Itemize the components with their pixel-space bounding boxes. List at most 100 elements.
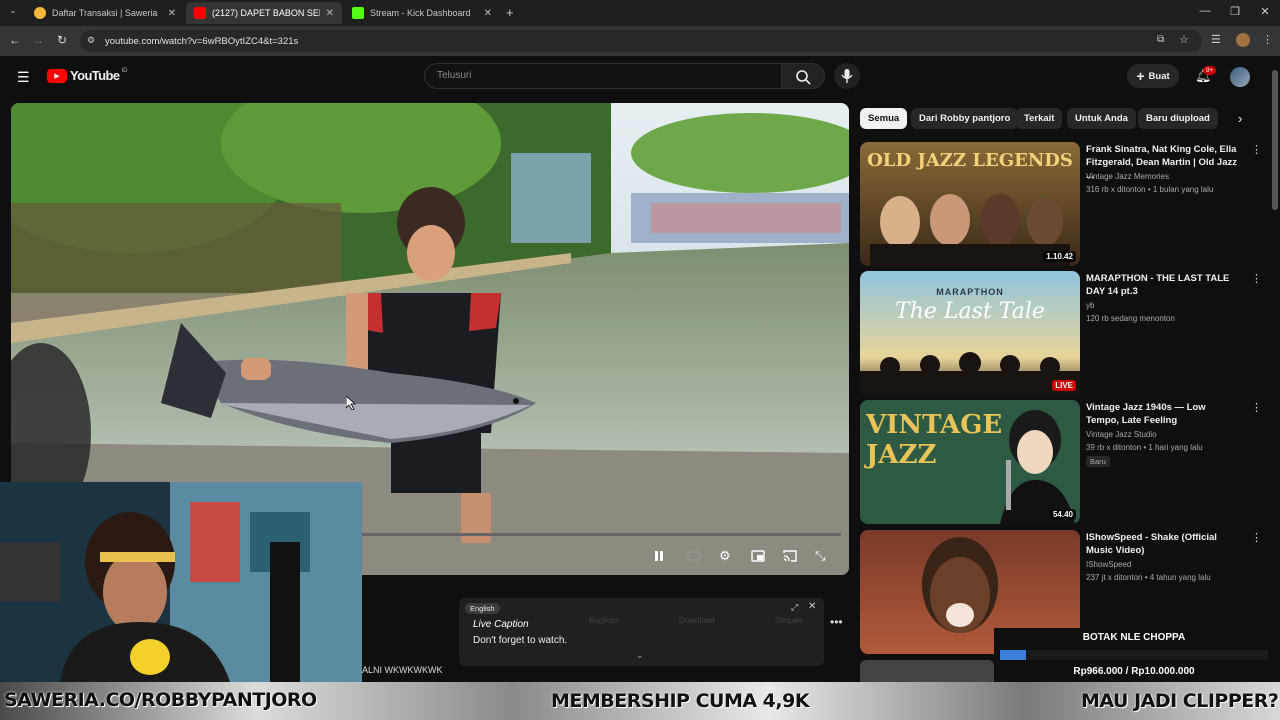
overlay-clipper-text: MAU JADI CLIPPER? — [1081, 690, 1279, 712]
rec-meta: 39 rb x ditonton • 1 hari yang lalu — [1086, 443, 1203, 452]
browser-menu-icon[interactable]: ⋮ — [1262, 33, 1273, 46]
rec-title[interactable]: Vintage Jazz 1940s — Low Tempo, Late Fee… — [1086, 401, 1238, 427]
thumbnail-silhouettes — [860, 352, 1080, 395]
chip-from-channel[interactable]: Dari Robby pantjoro — [911, 108, 1019, 129]
youtube-play-icon: ▶ — [47, 68, 67, 83]
miniplayer-icon[interactable] — [751, 549, 765, 563]
region-code: ID — [121, 67, 128, 74]
rec-meta: 237 jt x ditonton • 4 tahun yang lalu — [1086, 573, 1211, 582]
rec-thumbnail-partial[interactable] — [860, 660, 994, 682]
more-options-icon[interactable]: ⋮ — [1251, 531, 1262, 544]
youtube-logo[interactable]: ▶ YouTube ID — [47, 68, 127, 83]
subtitles-icon[interactable] — [687, 549, 701, 563]
donation-progress-fill — [1000, 650, 1026, 660]
rec-meta: 120 rb sedang menonton — [1086, 314, 1175, 323]
live-caption-panel: English Live Caption Don't forget to wat… — [459, 598, 824, 666]
browser-tab-kick[interactable]: Stream - Kick Dashboard ✕ — [344, 2, 500, 24]
share-label-faded: Bagikan — [589, 616, 618, 625]
caption-language-badge[interactable]: English — [465, 603, 500, 614]
more-actions-icon[interactable]: ••• — [830, 615, 843, 629]
close-icon[interactable]: ✕ — [484, 8, 492, 19]
maximize-icon[interactable]: ❐ — [1220, 5, 1250, 18]
reload-icon[interactable]: ↻ — [53, 33, 71, 47]
duration-badge: 54.40 — [1049, 509, 1076, 520]
account-avatar[interactable] — [1230, 67, 1250, 87]
browser-tab-youtube[interactable]: (2127) DAPET BABON SEMUA C ✕ — [186, 2, 342, 24]
saweria-favicon-icon — [34, 7, 46, 19]
logo-text: YouTube — [70, 68, 120, 83]
thumbnail-title: The Last Tale — [895, 299, 1045, 324]
thumbnail-portraits — [870, 194, 1070, 266]
caption-title: Live Caption — [473, 619, 529, 630]
more-options-icon[interactable]: ⋮ — [1251, 401, 1262, 414]
hamburger-menu-icon[interactable]: ☰ — [17, 69, 30, 86]
voice-search-button[interactable] — [834, 63, 860, 89]
rec-channel[interactable]: Vintage Jazz Studio — [1086, 429, 1157, 440]
chevron-down-icon[interactable]: ⌄ — [636, 650, 644, 661]
chip-for-you[interactable]: Untuk Anda — [1067, 108, 1136, 129]
close-icon[interactable]: ✕ — [326, 8, 334, 19]
rec-meta: 316 rb x ditonton • 1 bulan yang lalu — [1086, 185, 1214, 194]
search-button[interactable] — [781, 63, 825, 89]
thumbnail-singer — [1000, 410, 1075, 524]
close-caption-icon[interactable]: ✕ — [808, 601, 816, 612]
back-icon[interactable]: ← — [6, 33, 24, 47]
page-scrollbar[interactable] — [1272, 70, 1278, 210]
search-icon — [796, 70, 811, 85]
bookmark-star-icon[interactable]: ☆ — [1179, 33, 1189, 46]
install-app-icon[interactable]: ⧉ — [1157, 34, 1164, 45]
kick-favicon-icon — [352, 7, 364, 19]
rec-title[interactable]: MARAPTHON - THE LAST TALE DAY 14 pt.3 — [1086, 272, 1238, 298]
donation-progress-track — [1000, 650, 1268, 660]
microphone-icon — [841, 69, 853, 83]
download-label-faded: Download — [679, 616, 715, 625]
new-tab-icon[interactable]: + — [506, 5, 514, 20]
create-label: Buat — [1148, 70, 1170, 82]
rec-thumbnail[interactable]: MARAPTHON The Last Tale LIVE — [860, 271, 1080, 395]
fullscreen-icon[interactable]: ⤡ — [815, 549, 829, 563]
more-options-icon[interactable]: ⋮ — [1251, 272, 1262, 285]
chip-recently-uploaded[interactable]: Baru diupload — [1138, 108, 1218, 129]
search-input[interactable]: Telusuri — [424, 63, 782, 89]
pause-icon[interactable] — [652, 549, 666, 563]
save-label-faded: Simpan — [775, 616, 803, 625]
overlay-saweria-link: SAWERIA.CO/ROBBYPANTJORO — [4, 689, 317, 711]
rec-thumbnail[interactable]: VINTAGE JAZZ 54.40 — [860, 400, 1080, 524]
minimize-icon[interactable]: — — [1190, 5, 1220, 17]
youtube-favicon-icon — [194, 7, 206, 19]
expand-caption-icon[interactable]: ⤢ — [791, 602, 798, 613]
tab-title: Stream - Kick Dashboard — [370, 8, 471, 18]
rec-channel[interactable]: Vintage Jazz Memories — [1086, 171, 1169, 182]
rec-thumbnail[interactable]: OLD JAZZ LEGENDS 1.10.42 — [860, 142, 1080, 266]
more-options-icon[interactable]: ⋮ — [1251, 143, 1262, 156]
rec-channel[interactable]: IShowSpeed — [1086, 559, 1131, 570]
thumbnail-title: VINTAGE JAZZ — [866, 410, 1003, 470]
profile-avatar[interactable] — [1236, 33, 1250, 47]
webcam-feed — [0, 482, 362, 682]
create-button[interactable]: + Buat — [1127, 64, 1179, 88]
chip-related[interactable]: Terkait — [1016, 108, 1063, 129]
donation-goal-title: BOTAK NLE CHOPPA — [1082, 632, 1186, 643]
plus-icon: + — [1136, 68, 1145, 84]
webcam-overlay — [0, 482, 362, 682]
tab-search-chevron-icon[interactable]: ⌄ — [6, 6, 20, 20]
site-info-icon[interactable]: ⚙ — [87, 35, 99, 47]
donation-goal-widget: BOTAK NLE CHOPPA Rp966.000 / Rp10.000.00… — [994, 628, 1274, 682]
new-badge: Baru — [1086, 456, 1110, 467]
rec-channel[interactable]: yb — [1086, 300, 1094, 311]
donation-amount: Rp966.000 / Rp10.000.000 — [1073, 666, 1195, 677]
forward-icon[interactable]: → — [29, 33, 47, 47]
mouse-cursor-icon — [345, 395, 357, 415]
chip-all[interactable]: Semua — [860, 108, 908, 129]
search-placeholder: Telusuri — [437, 70, 472, 81]
reading-list-icon[interactable]: ☰ — [1211, 33, 1221, 46]
browser-tab-saweria[interactable]: Daftar Transaksi | Saweria ✕ — [26, 2, 184, 24]
overlay-membership-text: MEMBERSHIP CUMA 4,9K — [551, 690, 810, 712]
settings-gear-icon[interactable]: ⚙ — [719, 549, 733, 563]
chevron-right-icon[interactable]: › — [1238, 111, 1242, 126]
cast-icon[interactable] — [783, 549, 797, 563]
url-text[interactable]: youtube.com/watch?v=6wRBOytIZC4&t=321s — [105, 36, 298, 47]
close-icon[interactable]: ✕ — [168, 8, 176, 19]
rec-title[interactable]: IShowSpeed - Shake (Official Music Video… — [1086, 531, 1238, 557]
window-close-icon[interactable]: ✕ — [1250, 5, 1280, 18]
